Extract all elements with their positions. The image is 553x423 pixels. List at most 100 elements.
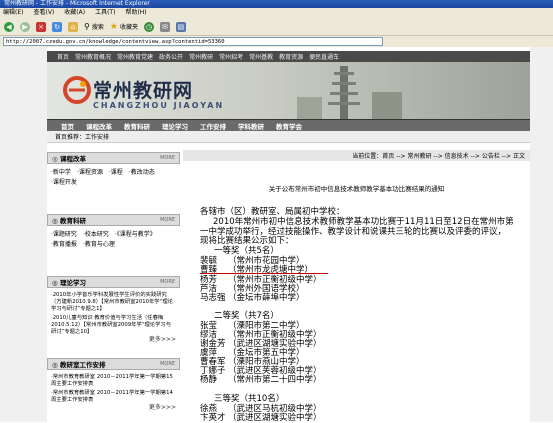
panel-title: 课程改革 <box>59 155 86 163</box>
page-margin-left <box>0 47 47 422</box>
mainnav-research[interactable]: 教育科研 <box>124 121 150 131</box>
print-icon: ▤ <box>175 21 186 32</box>
menu-help[interactable]: 帮助(H) <box>125 8 146 18</box>
main-nav: 首页 课程改革 教育科研 理论学习 工作安排 学科教研 教育学会 <box>47 119 530 131</box>
panel-research: ◎ 教育科研 MORE ·课题研究 ·校本研究 ·《课程与教学》 ·教育播报 ·教… <box>47 214 180 254</box>
mainnav-curriculum[interactable]: 课程改革 <box>86 121 112 131</box>
window-titlebar: 常州教研网 - 工作安排 - Microsoft Internet Explor… <box>0 0 553 8</box>
forward-arrow-icon: ▶ <box>20 21 30 32</box>
breadcrumb: 当前位置：首页 --> 常州教研 --> 信息技术 --> 公告栏 --> 正文 <box>183 150 530 161</box>
history-button[interactable]: ◷ <box>143 21 154 32</box>
menu-tools[interactable]: 工具(T) <box>95 8 115 18</box>
list-item[interactable]: ·课程 <box>109 168 123 178</box>
search-icon: ⚲ <box>84 22 90 31</box>
menu-edit[interactable]: 编辑(E) <box>3 8 23 18</box>
topnav-home[interactable]: 首页 <box>57 52 69 61</box>
more-tag[interactable]: MORE <box>160 361 175 367</box>
topnav-resources[interactable]: 教育资源 <box>279 52 303 61</box>
recommend-bar: 首页推荐：工作安排 <box>47 131 530 143</box>
winner-row: 杨静 （常州市第二十四中学） <box>200 375 322 385</box>
mainnav-theory[interactable]: 理论学习 <box>162 121 188 131</box>
more-link[interactable]: 更多>>> <box>51 336 176 343</box>
more-tag[interactable]: MORE <box>160 217 175 223</box>
print-button[interactable]: ▤ <box>175 21 186 32</box>
topnav-gov[interactable]: 政务公开 <box>159 52 183 61</box>
topnav-party[interactable]: 常州教育党建 <box>117 52 153 61</box>
panel-title: 教育科研 <box>59 217 86 225</box>
panel-body: ·课题研究 ·校本研究 ·《课程与教学》 ·教育播报 ·教育与心理 <box>47 226 180 254</box>
bullet-icon: ◎ <box>52 217 60 225</box>
panel-curriculum: ◎ 课程改革 MORE ·新中学 ·课程资源 ·课程 ·教改动态 ·课程开发 <box>47 152 180 192</box>
refresh-icon: ↻ <box>52 21 62 32</box>
list-item[interactable]: ·校本研究 <box>83 230 109 240</box>
list-item[interactable]: ·教育与心理 <box>83 240 115 250</box>
article-title: 关于公布常州市初中信息技术教师教学基本功比赛结果的通知 <box>268 185 445 193</box>
list-item[interactable]: ·新中学 <box>51 168 71 178</box>
winner-row: 卞英才 （武进区湖塘实验中学） <box>200 413 322 423</box>
back-button[interactable]: ◀ <box>4 21 14 32</box>
panel-theory: ◎ 理论学习 MORE ·2010年小学音乐学科发展性学生评价的实践研究（方建新2… <box>47 276 180 347</box>
search-button[interactable]: ⚲ 搜索 <box>84 22 104 31</box>
list-item[interactable]: ·2010年小学音乐学科发展性学生评价的实践研究（方建新2010.9.8）【常州… <box>51 292 176 313</box>
list-item[interactable]: ·2010儿童与知识 教育价值与学习生活（任春梅2010.5.12）【常州市教研… <box>51 315 176 336</box>
list-item[interactable]: ·教改动态 <box>129 168 155 178</box>
search-label: 搜索 <box>91 24 104 31</box>
topnav-basic[interactable]: 常州基教 <box>249 52 273 61</box>
more-tag[interactable]: MORE <box>160 155 175 161</box>
history-icon: ◷ <box>143 21 154 32</box>
topnav-jiaoyan[interactable]: 常州教研 <box>189 52 213 61</box>
list-item[interactable]: ·常州市教育教研室 2010－2011学年第一学期第14周主要工作安排表 <box>51 390 176 404</box>
winner-row: 马志强 （金坛市薛埠中学） <box>200 293 305 303</box>
breadcrumb-text[interactable]: 当前位置：首页 --> 常州教研 --> 信息技术 --> 公告栏 --> 正文 <box>352 151 525 160</box>
refresh-button[interactable]: ↻ <box>52 21 62 32</box>
list-item[interactable]: ·常州市教育教研室 2010－2011学年第一学期第15周主要工作安排表 <box>51 374 176 388</box>
more-tag[interactable]: MORE <box>160 279 175 285</box>
menu-favorites[interactable]: 收藏(A) <box>64 8 85 18</box>
toolbar: ◀ ▶ × ↻ ⌂ ⚲ 搜索 ★ 收藏夹 ◷ ✉ ▤ <box>0 18 553 36</box>
mainnav-schedule[interactable]: 工作安排 <box>200 121 226 131</box>
panel-header: ◎ 教育科研 MORE <box>47 214 180 226</box>
topnav-overview[interactable]: 常州教育概况 <box>75 52 111 61</box>
mail-button[interactable]: ✉ <box>159 21 170 32</box>
list-item[interactable]: ·课题研究 <box>51 230 77 240</box>
list-item[interactable]: ·《课程与教学》 <box>115 230 156 240</box>
favorites-label: 收藏夹 <box>119 24 138 31</box>
list-item[interactable]: ·课程资源 <box>77 168 103 178</box>
panel-title: 理论学习 <box>59 279 86 287</box>
site-title: 常州教研网 <box>93 80 194 102</box>
page-margin-right <box>530 47 553 422</box>
mainnav-home[interactable]: 首页 <box>61 121 74 131</box>
home-icon: ⌂ <box>68 21 78 32</box>
more-link[interactable]: 更多>>> <box>51 404 176 411</box>
site-banner: 常州教研网 CHANGZHOU JIAOYAN <box>47 62 530 119</box>
site-logo-icon <box>63 76 91 104</box>
mail-icon: ✉ <box>159 21 170 32</box>
list-item[interactable]: ·教育播报 <box>51 240 77 250</box>
panel-schedule: ◎ 教研室工作安排 MORE ·常州市教育教研室 2010－2011学年第一学期第… <box>47 358 180 415</box>
panel-header: ◎ 理论学习 MORE <box>47 276 180 288</box>
mainnav-society[interactable]: 教育学会 <box>276 121 302 131</box>
panel-body: ·2010年小学音乐学科发展性学生评价的实践研究（方建新2010.9.8）【常州… <box>47 288 180 347</box>
stop-button[interactable]: × <box>36 21 46 32</box>
favorites-button[interactable]: ★ 收藏夹 <box>110 22 138 32</box>
home-button[interactable]: ⌂ <box>68 21 78 32</box>
menu-view[interactable]: 查看(V) <box>33 8 54 18</box>
bullet-icon: ◎ <box>52 279 60 287</box>
stop-icon: × <box>36 21 46 32</box>
list-item[interactable]: ·课程开发 <box>51 178 77 188</box>
bullet-icon: ◎ <box>52 155 60 163</box>
back-arrow-icon: ◀ <box>4 21 14 32</box>
mainnav-subjects[interactable]: 学科教研 <box>238 121 264 131</box>
topnav-exam[interactable]: 常州招考 <box>219 52 243 61</box>
tower-illustration-icon <box>297 66 402 119</box>
star-icon: ★ <box>109 21 118 32</box>
address-input[interactable]: http://2007.czedu.gov.cn/knowledge/conte… <box>3 37 383 46</box>
panel-header: ◎ 课程改革 MORE <box>47 152 180 164</box>
panel-body: ·常州市教育教研室 2010－2011学年第一学期第15周主要工作安排表 ·常州… <box>47 370 180 415</box>
recommend-text: 首页推荐：工作安排 <box>55 134 110 141</box>
panel-title: 教研室工作安排 <box>59 361 106 369</box>
forward-button[interactable]: ▶ <box>20 21 30 32</box>
bullet-icon: ◎ <box>52 361 60 369</box>
panel-header: ◎ 教研室工作安排 MORE <box>47 358 180 370</box>
topnav-service[interactable]: 便民直通车 <box>309 52 339 61</box>
